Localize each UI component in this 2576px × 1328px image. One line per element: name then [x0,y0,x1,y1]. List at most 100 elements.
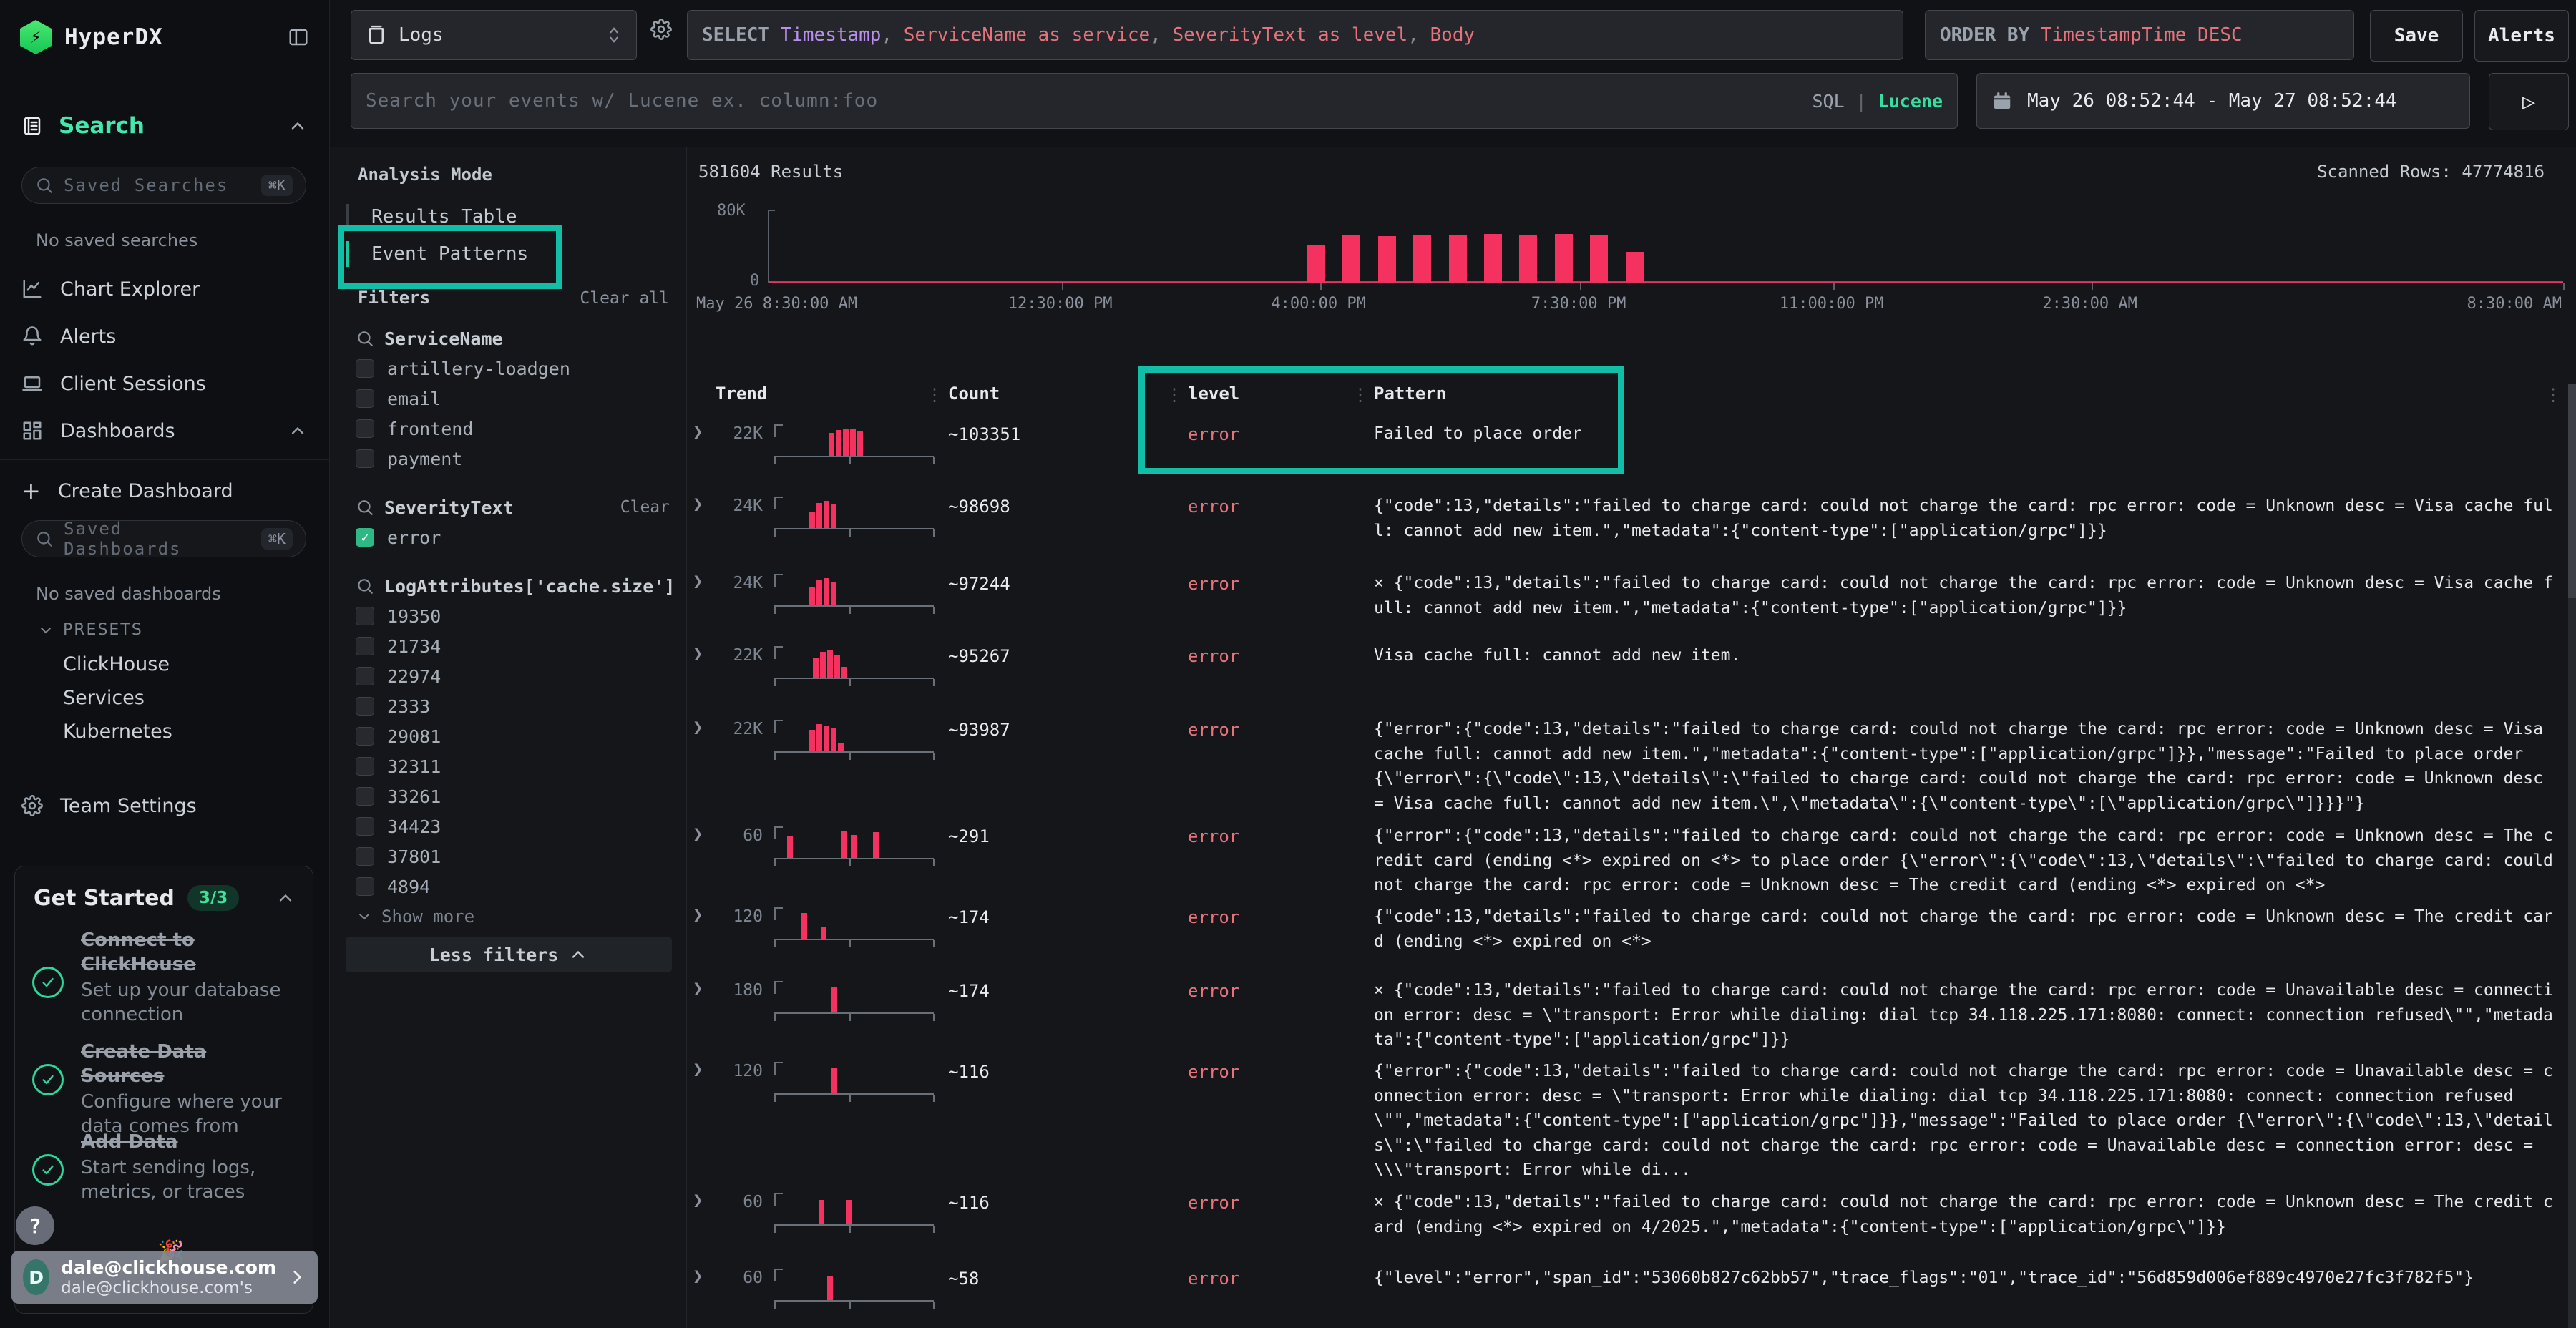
check-circle-icon [32,967,64,998]
search-input[interactable]: Search your events w/ Lucene ex. column:… [351,73,1958,129]
pattern-row[interactable]: ❯24K~97244error× {"code":13,"details":"f… [687,568,2576,640]
get-started-header[interactable]: Get Started 3/3 [34,885,296,911]
show-more-button[interactable]: Show more [330,902,687,932]
chevron-up-icon[interactable] [288,116,308,136]
pattern-row[interactable]: ❯22K~95267errorVisa cache full: cannot a… [687,640,2576,714]
get-started-item[interactable]: Create Data SourcesConfigure where your … [32,1040,298,1138]
preset-link-clickhouse[interactable]: ClickHouse [0,648,329,681]
sidebar-item-chart-explorer[interactable]: Chart Explorer [0,265,329,313]
alerts-button[interactable]: Alerts [2474,10,2569,62]
chevron-up-icon[interactable] [288,421,308,441]
filter-option[interactable]: 34423 [330,811,687,841]
sidebar-item-search[interactable]: Search [0,106,329,146]
checkbox[interactable] [356,359,374,378]
saved-dashboards-input[interactable]: Saved Dashboards ⌘K [21,520,306,557]
pattern-row[interactable]: ❯60~58error{"level":"error","span_id":"5… [687,1263,2576,1324]
column-drag-handle-icon[interactable]: ⋮ [1166,385,1183,405]
trend-ymax-label: 22K [697,424,763,443]
pattern-row[interactable]: ❯22K~93987error{"error":{"code":13,"deta… [687,714,2576,821]
checkbox-checked[interactable]: ✓ [356,528,374,547]
checkbox[interactable] [356,637,374,655]
save-button[interactable]: Save [2370,10,2463,62]
lucene-toggle[interactable]: Lucene [1878,91,1943,112]
filter-option[interactable]: 37801 [330,841,687,872]
pattern-row[interactable]: ❯120~174error{"code":13,"details":"faile… [687,902,2576,975]
order-by-input[interactable]: ORDER BY TimestampTime DESC [1925,10,2354,60]
filter-option[interactable]: 19350 [330,601,687,631]
checkbox[interactable] [356,449,374,468]
filter-option[interactable]: 22974 [330,661,687,691]
checkbox[interactable] [356,787,374,806]
trend-sparkline [774,909,934,940]
pattern-row[interactable]: ❯60~291error{"error":{"code":13,"details… [687,821,2576,902]
sidebar-item-alerts[interactable]: Alerts [0,313,329,360]
presets-toggle[interactable]: PRESETS [37,621,143,639]
get-started-item[interactable]: Add DataStart sending logs, metrics, or … [32,1130,298,1204]
clear-all-button[interactable]: Clear all [580,289,669,308]
checkbox[interactable] [356,847,374,866]
checkbox[interactable] [356,607,374,625]
filter-option[interactable]: 32311 [330,751,687,781]
histogram-bar [1519,235,1537,282]
mode-event-patterns[interactable]: Event Patterns [330,236,659,272]
sidebar-item-dashboards[interactable]: Dashboards [0,407,329,454]
sidebar-item-team-settings[interactable]: Team Settings [0,786,329,826]
sql-toggle[interactable]: SQL [1812,91,1844,112]
pattern-row[interactable]: ❯24K~98698error{"code":13,"details":"fai… [687,491,2576,568]
pattern-row[interactable]: ❯22K~103351errorFailed to place order [687,419,2576,491]
sparkline-bar [831,582,836,605]
filter-group: ServiceNameartillery-loadgenemailfronten… [330,323,687,474]
pattern-row[interactable]: ❯120~116error{"error":{"code":13,"detail… [687,1056,2576,1187]
source-select[interactable]: Logs [351,10,637,60]
pattern-row[interactable]: ❯60~116error× {"code":13,"details":"fail… [687,1187,2576,1263]
column-drag-handle-icon[interactable]: ⋮ [926,385,943,405]
checkbox[interactable] [356,727,374,746]
filter-option[interactable]: 33261 [330,781,687,811]
get-started-item[interactable]: Connect to ClickHouseSet up your databas… [32,928,298,1027]
filter-option[interactable]: ✓error [330,522,687,552]
run-query-button[interactable]: ▷ [2489,73,2569,130]
histogram-plot[interactable] [768,210,2563,283]
table-options-icon[interactable]: ⋮ [2545,385,2562,405]
help-button[interactable]: ? [16,1206,54,1245]
column-drag-handle-icon[interactable]: ⋮ [1352,385,1369,405]
sql-columns-input[interactable]: SELECT Timestamp, ServiceName as service… [687,10,1903,60]
filter-option-label: 32311 [387,756,441,777]
filter-option[interactable]: 4894 [330,872,687,902]
histogram-bar [1555,234,1573,282]
sidebar-item-client-sessions[interactable]: Client Sessions [0,360,329,407]
create-dashboard-button[interactable]: + Create Dashboard [0,471,329,511]
preset-link-kubernetes[interactable]: Kubernetes [0,715,329,748]
checkbox[interactable] [356,877,374,896]
mode-results-table[interactable]: Results Table [330,199,659,235]
table-scrollbar[interactable] [2568,384,2576,1328]
filter-option[interactable]: 21734 [330,631,687,661]
user-menu[interactable]: D dale@clickhouse.com dale@clickhouse.co… [11,1251,318,1304]
filter-option[interactable]: frontend [330,414,687,444]
filter-option[interactable]: 2333 [330,691,687,721]
filter-option[interactable]: email [330,384,687,414]
sparkline-tick [774,940,776,947]
filter-option[interactable]: 29081 [330,721,687,751]
checkbox[interactable] [356,757,374,776]
sparkline-tick [933,940,935,947]
date-range-picker[interactable]: May 26 08:52:44 - May 27 08:52:44 [1976,73,2470,129]
checkbox[interactable] [356,697,374,716]
connection-settings-icon[interactable] [650,19,672,40]
preset-link-services[interactable]: Services [0,681,329,715]
sparkline-bar [831,504,836,528]
filter-option[interactable]: payment [330,444,687,474]
clear-filter-button[interactable]: Clear [620,498,670,517]
checkbox[interactable] [356,817,374,836]
filter-option[interactable]: artillery-loadgen [330,353,687,384]
pattern-row[interactable]: ❯180~174error× {"code":13,"details":"fai… [687,975,2576,1056]
saved-searches-input[interactable]: Saved Searches ⌘K [21,167,306,204]
checkbox[interactable] [356,389,374,408]
collapse-sidebar-icon[interactable] [288,26,309,48]
language-toggle: SQL | Lucene [1812,91,1943,112]
less-filters-button[interactable]: Less filters [346,937,672,972]
checkbox[interactable] [356,419,374,438]
chevron-up-icon[interactable] [275,888,296,908]
scrollbar-thumb[interactable] [2568,384,2576,598]
checkbox[interactable] [356,667,374,685]
